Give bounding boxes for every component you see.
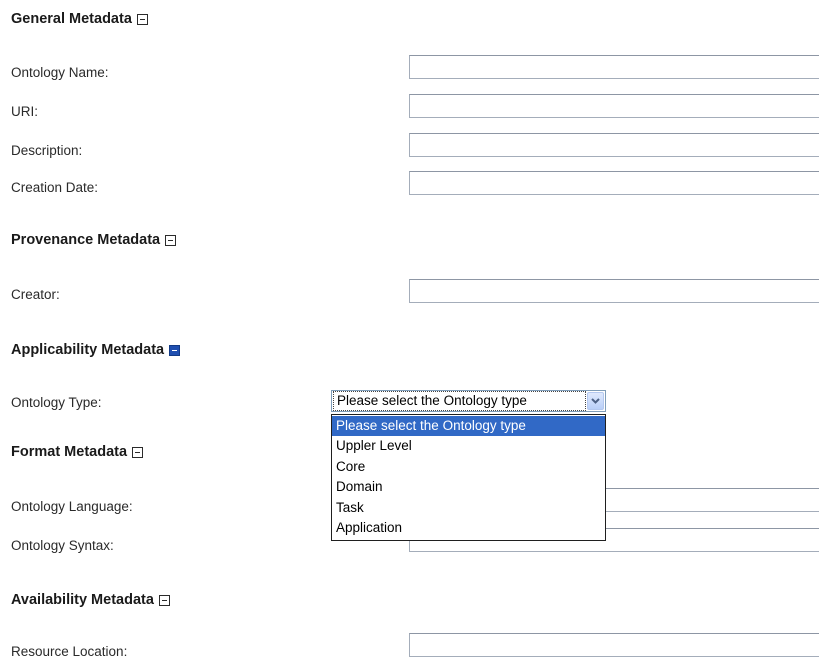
chevron-down-icon[interactable] — [587, 392, 604, 410]
creation-date-label: Creation Date: — [11, 180, 99, 195]
ontology-type-label: Ontology Type: — [11, 395, 102, 410]
format-metadata-header: Format Metadata — [11, 444, 144, 460]
collapse-icon[interactable] — [165, 234, 177, 246]
dropdown-option[interactable]: Core — [332, 457, 605, 477]
general-metadata-title: General Metadata — [11, 11, 132, 27]
creator-input[interactable] — [409, 279, 819, 303]
provenance-metadata-title: Provenance Metadata — [11, 232, 161, 248]
ontology-type-dropdown-list: Please select the Ontology type Uppler L… — [331, 414, 606, 542]
dropdown-option[interactable]: Uppler Level — [332, 436, 605, 456]
ontology-name-label: Ontology Name: — [11, 65, 109, 80]
collapse-icon[interactable] — [158, 594, 170, 606]
uri-label: URI: — [11, 104, 38, 119]
resource-location-label: Resource Location: — [11, 644, 128, 659]
dropdown-option[interactable]: Application — [332, 518, 605, 538]
collapse-icon[interactable] — [169, 344, 181, 356]
dropdown-option[interactable]: Please select the Ontology type — [332, 416, 605, 437]
ontology-type-selected-value: Please select the Ontology type — [333, 391, 586, 411]
applicability-metadata-header: Applicability Metadata — [11, 342, 181, 358]
collapse-icon[interactable] — [132, 446, 144, 458]
provenance-metadata-header: Provenance Metadata — [11, 232, 177, 248]
description-input[interactable] — [409, 133, 819, 157]
resource-location-input[interactable] — [409, 633, 819, 657]
applicability-metadata-title: Applicability Metadata — [11, 342, 165, 358]
general-metadata-header: General Metadata — [11, 11, 148, 27]
uri-input[interactable] — [409, 94, 819, 118]
ontology-name-input[interactable] — [409, 55, 819, 79]
dropdown-option[interactable]: Domain — [332, 477, 605, 497]
creator-label: Creator: — [11, 287, 60, 302]
ontology-type-select[interactable]: Please select the Ontology type — [331, 390, 606, 412]
format-metadata-title: Format Metadata — [11, 444, 128, 460]
ontology-syntax-label: Ontology Syntax: — [11, 538, 114, 553]
dropdown-option[interactable]: Task — [332, 498, 605, 518]
creation-date-input[interactable] — [409, 171, 819, 195]
collapse-icon[interactable] — [136, 13, 148, 25]
availability-metadata-title: Availability Metadata — [11, 592, 154, 608]
ontology-language-label: Ontology Language: — [11, 499, 133, 514]
description-label: Description: — [11, 143, 83, 158]
availability-metadata-header: Availability Metadata — [11, 592, 170, 608]
